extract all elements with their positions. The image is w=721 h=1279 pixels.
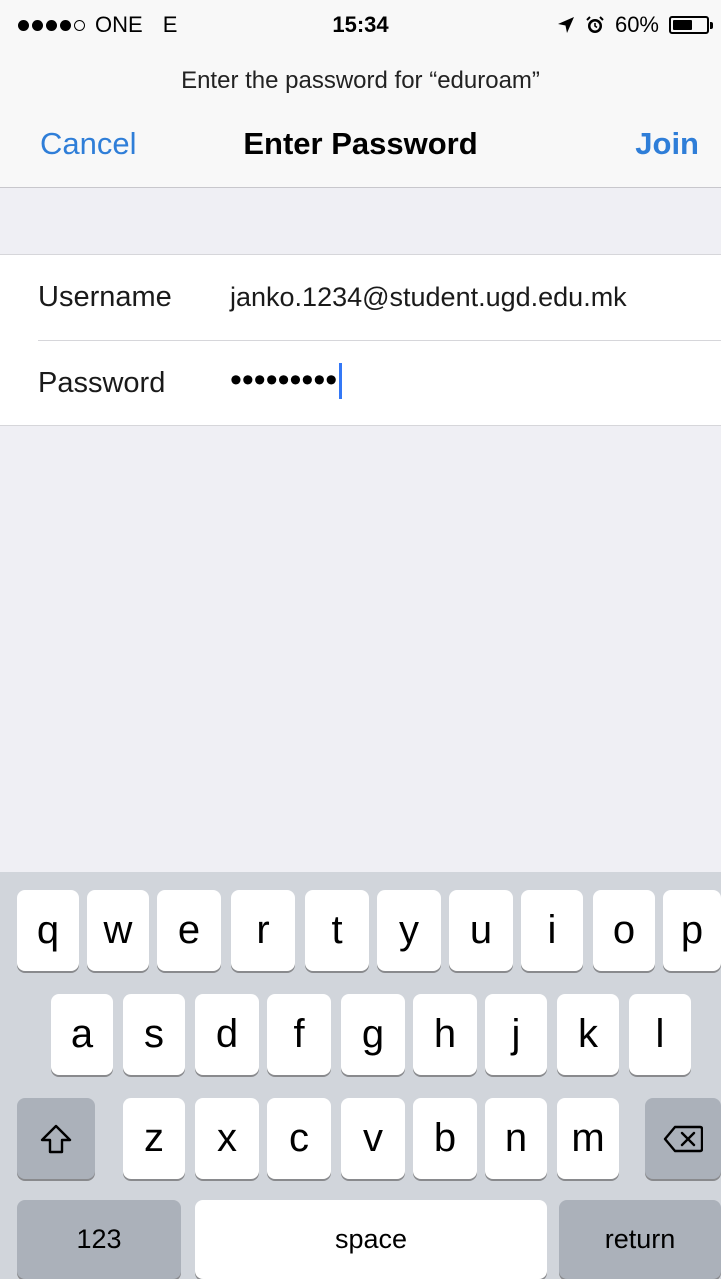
status-bar: ONE E 15:34 60% — [0, 0, 721, 54]
key-c[interactable]: c — [267, 1098, 331, 1179]
password-row[interactable]: Password ••••••••• — [0, 341, 721, 427]
key-y[interactable]: y — [377, 890, 441, 971]
text-cursor — [339, 362, 343, 399]
key-s[interactable]: s — [123, 994, 185, 1075]
key-w[interactable]: w — [87, 890, 149, 971]
alarm-clock-icon — [586, 16, 604, 33]
key-o[interactable]: o — [593, 890, 655, 971]
key-q[interactable]: q — [17, 890, 79, 971]
password-field[interactable]: ••••••••• — [230, 361, 343, 400]
network-prompt: Enter the password for “eduroam” — [181, 67, 540, 94]
key-e[interactable]: e — [157, 890, 221, 971]
key-g[interactable]: g — [341, 994, 405, 1075]
shift-key[interactable] — [17, 1098, 95, 1179]
join-button[interactable]: Join — [635, 126, 699, 162]
key-i[interactable]: i — [521, 890, 583, 971]
credentials-form: Username janko.1234@student.ugd.edu.mk P… — [0, 254, 721, 426]
key-v[interactable]: v — [341, 1098, 405, 1179]
key-u[interactable]: u — [449, 890, 513, 971]
numbers-key[interactable]: 123 — [17, 1200, 181, 1279]
keyboard: q w e r t y u i o p a s d f g h j k l z … — [0, 872, 721, 1279]
key-x[interactable]: x — [195, 1098, 259, 1179]
key-m[interactable]: m — [557, 1098, 619, 1179]
key-p[interactable]: p — [663, 890, 721, 971]
key-b[interactable]: b — [413, 1098, 477, 1179]
key-z[interactable]: z — [123, 1098, 185, 1179]
space-key[interactable]: space — [195, 1200, 547, 1279]
battery-icon — [669, 16, 713, 34]
delete-key[interactable] — [645, 1098, 721, 1179]
username-field[interactable]: janko.1234@student.ugd.edu.mk — [230, 282, 627, 313]
key-f[interactable]: f — [267, 994, 331, 1075]
password-masked-value: ••••••••• — [230, 361, 338, 399]
shift-arrow-icon — [40, 1124, 72, 1153]
return-key[interactable]: return — [559, 1200, 721, 1279]
cancel-button[interactable]: Cancel — [40, 126, 137, 162]
password-label: Password — [38, 367, 166, 399]
status-bar-right: 60% — [557, 12, 713, 38]
key-a[interactable]: a — [51, 994, 113, 1075]
key-t[interactable]: t — [305, 890, 369, 971]
username-row[interactable]: Username janko.1234@student.ugd.edu.mk — [0, 255, 721, 341]
key-l[interactable]: l — [629, 994, 691, 1075]
backspace-icon — [663, 1125, 703, 1152]
nav-header: Enter the password for “eduroam” Cancel … — [0, 54, 721, 188]
location-arrow-icon — [557, 17, 574, 33]
key-h[interactable]: h — [413, 994, 477, 1075]
key-d[interactable]: d — [195, 994, 259, 1075]
key-j[interactable]: j — [485, 994, 547, 1075]
username-label: Username — [38, 281, 172, 313]
screen: ONE E 15:34 60% Enter the password for “… — [0, 0, 721, 1279]
battery-percentage: 60% — [614, 12, 659, 37]
key-k[interactable]: k — [557, 994, 619, 1075]
key-n[interactable]: n — [485, 1098, 547, 1179]
key-r[interactable]: r — [231, 890, 295, 971]
